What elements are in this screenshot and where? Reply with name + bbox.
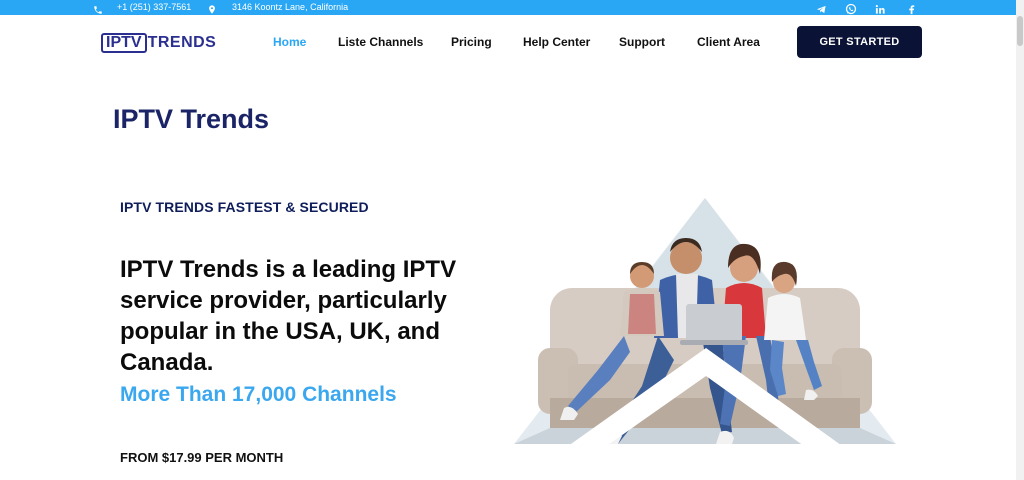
nav-support[interactable]: Support xyxy=(619,35,665,49)
nav-help-center[interactable]: Help Center xyxy=(523,35,590,49)
linkedin-icon[interactable] xyxy=(875,2,886,14)
site-logo[interactable]: IPTV TRENDS xyxy=(101,32,216,54)
nav-pricing[interactable]: Pricing xyxy=(451,35,492,49)
scrollbar-thumb[interactable] xyxy=(1017,16,1023,46)
hero-headline: IPTV Trends is a leading IPTV service pr… xyxy=(120,256,457,376)
page-title: IPTV Trends xyxy=(113,104,270,134)
telegram-icon[interactable] xyxy=(816,2,827,14)
get-started-button[interactable]: GET STARTED xyxy=(797,26,922,58)
top-info-bar: +1 (251) 337-7561 3146 Koontz Lane, Cali… xyxy=(0,0,1024,15)
nav-client-area[interactable]: Client Area xyxy=(697,35,760,49)
logo-iptv: IPTV xyxy=(101,33,147,53)
facebook-icon[interactable] xyxy=(906,2,917,15)
hero-image-family-couch xyxy=(510,196,900,476)
main-header: IPTV TRENDS Home Liste Channels Pricing … xyxy=(0,15,1024,70)
phone-number[interactable]: +1 (251) 337-7561 xyxy=(117,0,191,15)
channel-count-subhead: More Than 17,000 Channels xyxy=(120,383,397,406)
page-scrollbar[interactable] xyxy=(1016,0,1024,480)
nav-liste-channels[interactable]: Liste Channels xyxy=(338,35,423,49)
whatsapp-icon[interactable] xyxy=(845,2,857,15)
price-text: FROM $17.99 PER MONTH xyxy=(120,450,284,465)
hero-eyebrow: IPTV TRENDS FASTEST & SECURED xyxy=(120,199,369,215)
nav-home[interactable]: Home xyxy=(273,35,306,49)
logo-trends: TRENDS xyxy=(147,34,217,51)
address-text: 3146 Koontz Lane, California xyxy=(232,2,349,12)
